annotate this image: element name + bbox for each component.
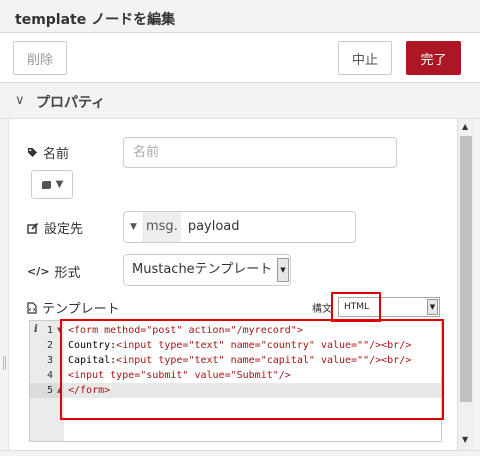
code-token: name= xyxy=(230,340,261,351)
property-typed-input[interactable]: ▼ msg. payload xyxy=(123,211,356,243)
code-token: /> xyxy=(278,370,291,381)
code-token: <br/> xyxy=(381,355,412,366)
code-token: "capital" xyxy=(260,355,315,366)
properties-section-header[interactable]: ∨ プロパティ xyxy=(0,83,480,119)
code-token: "" xyxy=(357,355,370,366)
line-number: 2 xyxy=(46,340,53,351)
property-value[interactable]: payload xyxy=(181,212,240,242)
code-token: "/myrecord" xyxy=(230,325,297,336)
dropdown-arrow-icon: ▼ xyxy=(427,299,438,315)
code-token: Country: xyxy=(68,340,117,351)
code-token: type= xyxy=(110,370,141,381)
code-icon: </> xyxy=(27,265,50,278)
syntax-select[interactable]: HTML ▼ xyxy=(338,297,440,317)
fold-icon[interactable]: ▼ xyxy=(57,323,62,338)
code-token: <br/> xyxy=(381,340,412,351)
code-line[interactable]: Capital:<input type="text" name="capital… xyxy=(64,353,441,368)
edit-icon xyxy=(27,222,39,234)
property-label: 設定先 xyxy=(27,218,83,237)
code-token: "" xyxy=(357,340,370,351)
format-label-text: 形式 xyxy=(54,266,81,281)
code-area[interactable]: <form method="post" action="/myrecord"> C… xyxy=(64,321,441,441)
book-icon xyxy=(41,180,51,189)
fold-icon[interactable]: ▲ xyxy=(57,383,62,398)
code-line[interactable]: Country:<input type="text" name="country… xyxy=(64,338,441,353)
line-number: 4 xyxy=(46,370,53,381)
tray-header: template ノードを編集 xyxy=(0,0,480,33)
code-token: action= xyxy=(188,325,231,336)
code-token: "text" xyxy=(188,355,225,366)
code-token: "post" xyxy=(146,325,183,336)
type-selector-caret-icon[interactable]: ▼ xyxy=(124,212,144,242)
delete-button[interactable]: 削除 xyxy=(13,41,67,75)
caret-down-icon: ▼ xyxy=(55,179,64,190)
code-token: <form xyxy=(68,325,105,336)
property-label-text: 設定先 xyxy=(44,222,84,237)
code-token: type= xyxy=(158,355,189,366)
name-label: 名前 xyxy=(27,143,69,162)
code-line[interactable]: <form method="post" action="/myrecord"> xyxy=(64,323,441,338)
bottom-bar xyxy=(0,450,480,456)
code-token: "text" xyxy=(188,340,225,351)
code-token: Capital: xyxy=(68,355,117,366)
code-token: name= xyxy=(230,355,261,366)
template-code-editor[interactable]: i 1 2 3 4 5 ▼ ▲ <form method="post" acti… xyxy=(29,320,442,442)
dropdown-arrow-icon: ▼ xyxy=(277,258,289,282)
tray-toolbar: 削除 中止 完了 xyxy=(0,33,480,83)
code-token: value= xyxy=(194,370,231,381)
code-token: value= xyxy=(320,340,358,351)
code-token: <input xyxy=(68,370,111,381)
code-token: type= xyxy=(158,340,189,351)
scroll-up-icon[interactable]: ▲ xyxy=(462,122,468,131)
template-label: テンプレート xyxy=(27,298,120,317)
format-value: Mustacheテンプレート xyxy=(132,262,273,277)
code-token: "Submit" xyxy=(230,370,279,381)
section-title: プロパティ xyxy=(36,95,106,111)
right-edge xyxy=(474,119,480,450)
name-label-text: 名前 xyxy=(43,147,70,162)
vertical-scrollbar[interactable]: ▲ ▼ xyxy=(457,119,474,450)
code-line[interactable]: </form> xyxy=(64,383,441,398)
code-token: > xyxy=(296,325,303,336)
code-token: "submit" xyxy=(140,370,189,381)
code-token: </form> xyxy=(68,385,111,396)
editor-gutter: i 1 2 3 4 5 ▼ ▲ xyxy=(30,321,64,441)
syntax-value: HTML xyxy=(344,302,370,312)
icon-picker-button[interactable]: ▼ xyxy=(31,170,73,199)
line-number: 3 xyxy=(46,355,53,366)
code-token: /> xyxy=(369,355,382,366)
code-token: /> xyxy=(369,340,382,351)
syntax-label: 構文 xyxy=(312,304,332,315)
code-token: value= xyxy=(320,355,358,366)
code-token: method= xyxy=(104,325,147,336)
scroll-down-icon[interactable]: ▼ xyxy=(462,435,468,444)
code-token: "country" xyxy=(260,340,315,351)
msg-prefix: msg. xyxy=(144,212,181,242)
tag-icon xyxy=(28,148,37,157)
format-label: </> 形式 xyxy=(27,262,80,281)
name-input[interactable]: 名前 xyxy=(123,137,397,168)
file-code-icon xyxy=(27,301,37,314)
code-token: <input xyxy=(116,355,159,366)
format-select[interactable]: Mustacheテンプレート ▼ xyxy=(123,254,291,286)
code-line[interactable]: <input type="submit" value="Submit"/> xyxy=(64,368,441,383)
grip-icon xyxy=(3,356,6,370)
code-token: <input xyxy=(116,340,159,351)
resize-handle[interactable] xyxy=(0,119,9,450)
cancel-button[interactable]: 中止 xyxy=(338,41,392,75)
chevron-down-icon: ∨ xyxy=(15,93,25,108)
scrollbar-thumb[interactable] xyxy=(460,136,472,402)
tray-title: template ノードを編集 xyxy=(15,12,176,28)
done-button[interactable]: 完了 xyxy=(406,41,461,75)
template-label-text: テンプレート xyxy=(42,302,120,317)
